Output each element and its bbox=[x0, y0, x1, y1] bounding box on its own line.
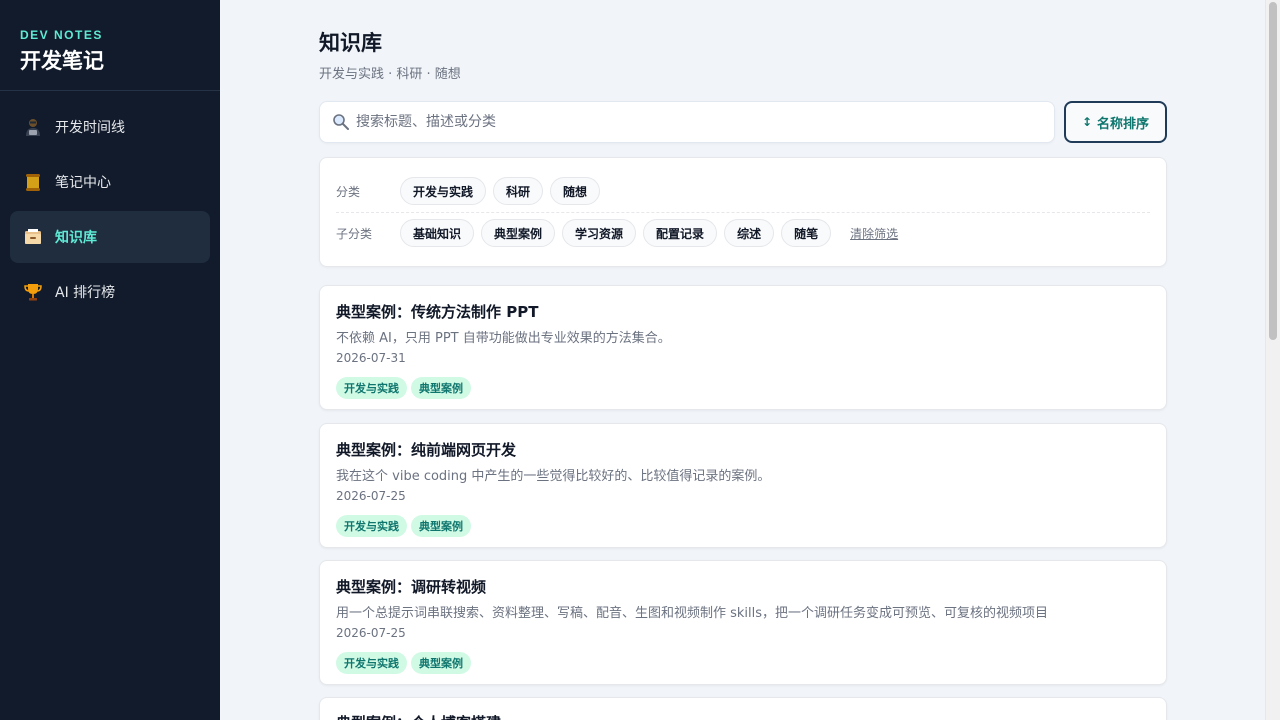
subcategory-label: 子分类 bbox=[336, 226, 373, 241]
sidebar-item-knowledge-base[interactable]: 知识库 bbox=[10, 211, 210, 263]
tag-badge: 开发与实践 bbox=[336, 377, 407, 399]
card-tags: 开发与实践 典型案例 bbox=[336, 515, 1150, 537]
article-card[interactable]: 典型案例：调研转视频 用一个总提示词串联搜索、资料整理、写稿、配音、生图和视频制… bbox=[319, 560, 1167, 685]
sidebar-item-ai-ranking[interactable]: AI 排行榜 bbox=[10, 266, 210, 318]
sort-button-label: 名称排序 bbox=[1097, 116, 1150, 132]
tag-badge: 开发与实践 bbox=[336, 652, 407, 674]
card-description: 用一个总提示词串联搜索、资料整理、写稿、配音、生图和视频制作 skills，把一… bbox=[336, 606, 1049, 620]
scroll-icon bbox=[22, 171, 44, 193]
subcategory-chip[interactable]: 典型案例 bbox=[481, 219, 556, 247]
card-date: 2026-07-25 bbox=[336, 489, 406, 503]
tag-badge: 开发与实践 bbox=[336, 515, 407, 537]
clear-filters-link[interactable]: 清除筛选 bbox=[850, 225, 898, 242]
category-chip[interactable]: 随想 bbox=[550, 177, 601, 205]
card-title: 典型案例：传统方法制作 PPT bbox=[336, 303, 539, 321]
subcategory-chip[interactable]: 随笔 bbox=[781, 219, 832, 247]
tag-badge: 典型案例 bbox=[411, 377, 471, 399]
brand-subtitle: DEV NOTES bbox=[20, 28, 103, 42]
filter-divider bbox=[336, 212, 1150, 213]
subcategory-chip[interactable]: 综述 bbox=[724, 219, 775, 247]
card-title: 典型案例：调研转视频 bbox=[336, 578, 487, 596]
trophy-icon bbox=[22, 281, 44, 303]
sort-arrows-icon: ↕ bbox=[1081, 115, 1093, 129]
sort-by-name-button[interactable]: ↕ 名称排序 bbox=[1064, 101, 1167, 143]
card-tags: 开发与实践 典型案例 bbox=[336, 377, 1150, 399]
subcategory-filter-row: 子分类 基础知识 典型案例 学习资源 配置记录 综述 随笔 清除筛选 bbox=[336, 218, 1150, 248]
sidebar: DEV NOTES 开发笔记 开发时间线 笔记中心 知识库 AI 排行榜 bbox=[0, 0, 220, 720]
page-subtitle: 开发与实践 · 科研 · 随想 bbox=[319, 67, 461, 82]
page-scrollbar[interactable] bbox=[1265, 0, 1280, 720]
sidebar-item-label: 开发时间线 bbox=[55, 120, 125, 136]
card-description: 我在这个 vibe coding 中产生的一些觉得比较好的、比较值得记录的案例。 bbox=[336, 469, 771, 483]
card-description: 不依赖 AI，只用 PPT 自带功能做出专业效果的方法集合。 bbox=[336, 331, 671, 345]
card-tags: 开发与实践 典型案例 bbox=[336, 652, 1150, 674]
tag-badge: 典型案例 bbox=[411, 515, 471, 537]
sidebar-item-label: 知识库 bbox=[55, 230, 97, 246]
scrollbar-thumb[interactable] bbox=[1269, 2, 1277, 340]
card-date: 2026-07-31 bbox=[336, 351, 406, 365]
sidebar-item-notes[interactable]: 笔记中心 bbox=[10, 156, 210, 208]
sidebar-item-label: AI 排行榜 bbox=[55, 285, 116, 301]
page-title: 知识库 bbox=[319, 31, 382, 55]
search-input[interactable] bbox=[356, 114, 996, 130]
subcategory-chip[interactable]: 配置记录 bbox=[643, 219, 718, 247]
card-title: 典型案例：个人博客搭建 bbox=[336, 712, 1150, 720]
category-filter-row: 分类 开发与实践 科研 随想 bbox=[336, 176, 1150, 206]
category-chip[interactable]: 科研 bbox=[493, 177, 544, 205]
subcategory-chip[interactable]: 基础知识 bbox=[400, 219, 475, 247]
card-title: 典型案例：纯前端网页开发 bbox=[336, 441, 517, 459]
developer-icon bbox=[22, 116, 44, 138]
sidebar-item-label: 笔记中心 bbox=[55, 175, 111, 191]
search-box[interactable] bbox=[319, 101, 1055, 143]
category-chip[interactable]: 开发与实践 bbox=[400, 177, 487, 205]
tag-badge: 典型案例 bbox=[411, 652, 471, 674]
article-card[interactable]: 典型案例：纯前端网页开发 我在这个 vibe coding 中产生的一些觉得比较… bbox=[319, 423, 1167, 548]
article-card[interactable]: 典型案例：个人博客搭建 bbox=[319, 697, 1167, 720]
filter-panel: 分类 开发与实践 科研 随想 子分类 基础知识 典型案例 学习资源 配置记录 综… bbox=[319, 157, 1167, 267]
subcategory-chip[interactable]: 学习资源 bbox=[562, 219, 637, 247]
file-cabinet-icon bbox=[22, 226, 44, 248]
category-label: 分类 bbox=[336, 184, 361, 199]
search-icon bbox=[332, 113, 350, 131]
brand: DEV NOTES 开发笔记 bbox=[0, 0, 220, 91]
article-card[interactable]: 典型案例：传统方法制作 PPT 不依赖 AI，只用 PPT 自带功能做出专业效果… bbox=[319, 285, 1167, 410]
sidebar-nav: 开发时间线 笔记中心 知识库 AI 排行榜 bbox=[0, 91, 220, 331]
card-date: 2026-07-25 bbox=[336, 626, 406, 640]
sidebar-item-timeline[interactable]: 开发时间线 bbox=[10, 101, 210, 153]
brand-title: 开发笔记 bbox=[20, 49, 104, 73]
